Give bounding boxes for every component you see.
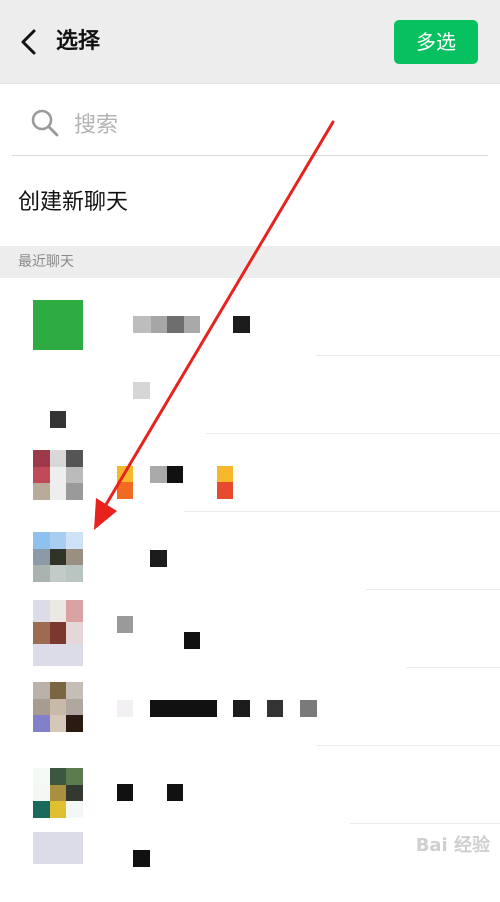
top-bar: 选择 多选 <box>0 0 500 84</box>
multi-select-button[interactable]: 多选 <box>394 20 478 64</box>
list-item[interactable] <box>0 512 500 590</box>
create-new-chat-item[interactable]: 创建新聊天 <box>0 158 500 246</box>
watermark: Bai 经验 <box>415 835 490 856</box>
page-title: 选择 <box>56 29 101 54</box>
avatar <box>33 300 83 350</box>
recent-chats-label: 最近聊天 <box>18 254 74 270</box>
avatar <box>33 532 83 582</box>
list-item[interactable] <box>0 278 500 356</box>
back-arrow-icon <box>21 29 36 55</box>
list-item[interactable] <box>0 356 500 434</box>
recent-chats-header: 最近聊天 <box>0 246 500 278</box>
back-button[interactable] <box>12 22 48 62</box>
search-input[interactable] <box>72 106 456 144</box>
recent-chat-list <box>0 278 500 867</box>
avatar <box>33 768 83 818</box>
avatar <box>33 600 83 666</box>
list-item[interactable] <box>0 668 500 746</box>
list-item[interactable] <box>0 590 500 668</box>
search-icon <box>31 109 59 137</box>
create-new-chat-label: 创建新聊天 <box>18 190 129 215</box>
list-item[interactable] <box>0 434 500 512</box>
avatar <box>33 450 83 500</box>
avatar <box>33 682 83 732</box>
avatar <box>33 378 83 428</box>
search-bar <box>12 92 488 156</box>
avatar <box>33 832 83 864</box>
list-item[interactable] <box>0 746 500 824</box>
